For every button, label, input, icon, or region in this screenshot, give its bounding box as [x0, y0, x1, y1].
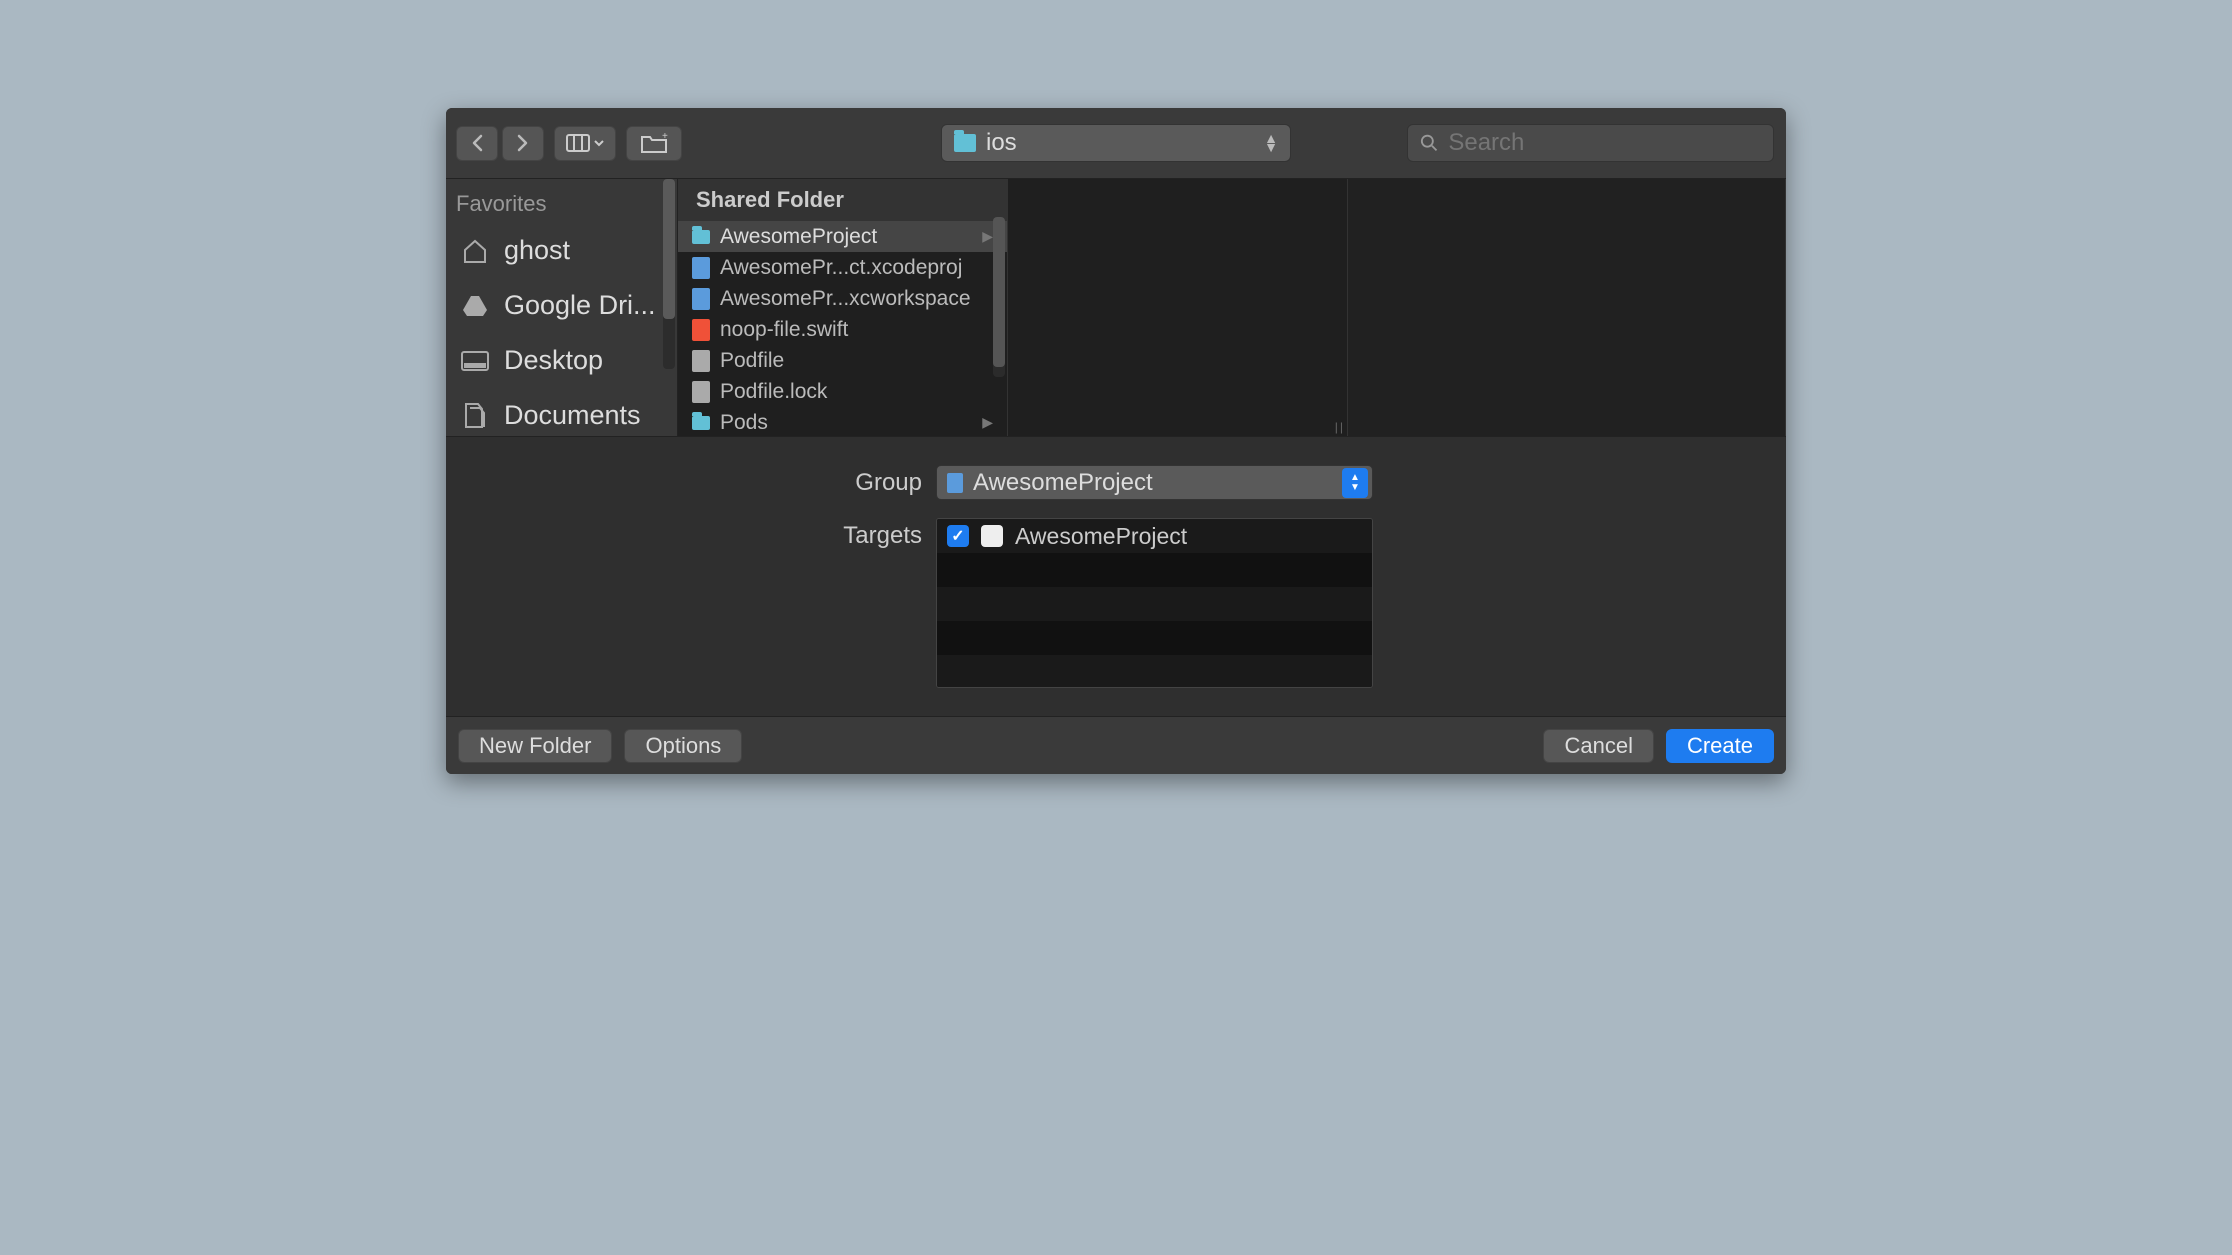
browser-column-1: ||	[1008, 179, 1348, 436]
desktop-icon	[460, 347, 490, 375]
options-button[interactable]: Options	[624, 729, 742, 763]
home-icon	[460, 237, 490, 265]
sidebar-scrollbar[interactable]	[663, 179, 675, 369]
file-item[interactable]: Pods ▶	[678, 407, 1007, 438]
sidebar-item-label: Google Dri...	[504, 290, 656, 321]
folder-icon	[692, 230, 710, 244]
cancel-button[interactable]: Cancel	[1543, 729, 1653, 763]
browser-column-0: Shared Folder AwesomeProject ▶ AwesomePr…	[678, 179, 1008, 436]
file-label: AwesomeProject	[720, 225, 972, 249]
folder-plus-icon: +	[640, 132, 668, 154]
file-item[interactable]: noop-file.swift	[678, 314, 1007, 345]
target-row-empty	[937, 655, 1372, 688]
sidebar-item-label: ghost	[504, 235, 570, 266]
file-item[interactable]: AwesomePr...ct.xcodeproj	[678, 252, 1007, 283]
file-label: Podfile	[720, 349, 993, 373]
column-resize-handle[interactable]: ||	[1335, 420, 1345, 434]
browser-column-2	[1348, 179, 1786, 436]
new-folder-icon-button[interactable]: +	[626, 126, 682, 161]
updown-icon: ▲▼	[1264, 134, 1278, 152]
checkbox-checked[interactable]: ✓	[947, 525, 969, 547]
save-dialog: + ios ▲▼ Favorites ghost	[446, 108, 1786, 774]
group-dropdown[interactable]: AwesomeProject ▲▼	[936, 465, 1373, 500]
sidebar: Favorites ghost Google Dri... Desktop	[446, 179, 678, 436]
create-button[interactable]: Create	[1666, 729, 1774, 763]
chevron-down-icon	[594, 139, 604, 147]
column-scrollbar[interactable]	[993, 217, 1005, 377]
app-icon	[981, 525, 1003, 547]
documents-icon	[460, 402, 490, 430]
back-button[interactable]	[456, 126, 498, 161]
search-icon	[1420, 133, 1438, 153]
file-label: noop-file.swift	[720, 318, 993, 342]
file-label: AwesomePr...xcworkspace	[720, 287, 993, 311]
path-dropdown[interactable]: ios ▲▼	[941, 124, 1291, 162]
target-row-empty	[937, 553, 1372, 587]
sidebar-section-label: Favorites	[446, 185, 677, 223]
sidebar-item-label: Desktop	[504, 345, 603, 376]
view-mode-button[interactable]	[554, 126, 616, 161]
project-icon	[947, 473, 963, 493]
sidebar-item-label: Documents	[504, 400, 641, 431]
targets-label: Targets	[446, 518, 936, 550]
sidebar-item-google-drive[interactable]: Google Dri...	[446, 278, 677, 333]
new-folder-button[interactable]: New Folder	[458, 729, 612, 763]
targets-list: ✓ AwesomeProject	[936, 518, 1373, 688]
updown-icon: ▲▼	[1342, 468, 1368, 498]
sidebar-item-documents[interactable]: Documents	[446, 388, 677, 443]
svg-text:+: +	[662, 132, 668, 142]
swift-icon	[692, 319, 710, 341]
column-browser: Shared Folder AwesomeProject ▶ AwesomePr…	[678, 179, 1786, 436]
target-label: AwesomeProject	[1015, 523, 1187, 550]
file-item[interactable]: Podfile.lock	[678, 376, 1007, 407]
group-value: AwesomeProject	[973, 469, 1153, 497]
forward-button[interactable]	[502, 126, 544, 161]
column-list: AwesomeProject ▶ AwesomePr...ct.xcodepro…	[678, 221, 1007, 438]
sidebar-item-desktop[interactable]: Desktop	[446, 333, 677, 388]
folder-icon	[692, 416, 710, 430]
column-header: Shared Folder	[678, 179, 1007, 221]
search-input[interactable]	[1448, 129, 1761, 157]
xcode-icon	[692, 257, 710, 279]
target-row[interactable]: ✓ AwesomeProject	[937, 519, 1372, 553]
file-label: Podfile.lock	[720, 380, 993, 404]
target-row-empty	[937, 587, 1372, 621]
file-icon	[692, 350, 710, 372]
folder-icon	[954, 134, 976, 152]
group-label: Group	[446, 465, 936, 497]
file-icon	[692, 381, 710, 403]
footer: New Folder Options Cancel Create	[446, 716, 1786, 774]
file-item[interactable]: AwesomeProject ▶	[678, 221, 1007, 252]
chevron-right-icon: ▶	[982, 228, 993, 245]
file-label: AwesomePr...ct.xcodeproj	[720, 256, 993, 280]
path-label: ios	[986, 129, 1017, 157]
file-item[interactable]: Podfile	[678, 345, 1007, 376]
file-item[interactable]: AwesomePr...xcworkspace	[678, 283, 1007, 314]
toolbar: + ios ▲▼	[446, 108, 1786, 179]
sidebar-item-ghost[interactable]: ghost	[446, 223, 677, 278]
file-label: Pods	[720, 411, 972, 435]
chevron-right-icon: ▶	[982, 414, 993, 431]
form-area: Group AwesomeProject ▲▼ Targets ✓ Awesom…	[446, 436, 1786, 716]
google-drive-icon	[460, 292, 490, 320]
xcode-icon	[692, 288, 710, 310]
target-row-empty	[937, 621, 1372, 655]
columns-icon	[566, 134, 590, 152]
search-field[interactable]	[1407, 124, 1774, 162]
